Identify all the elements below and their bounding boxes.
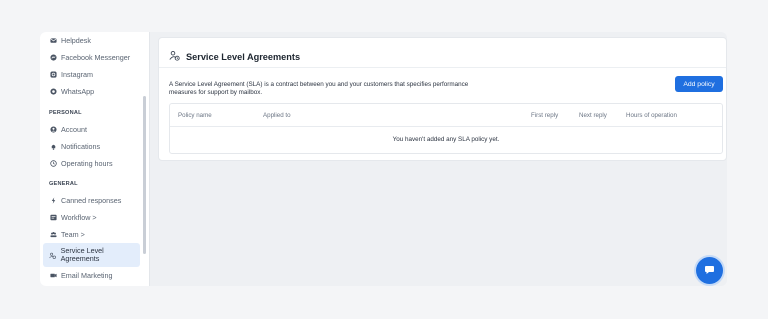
sidebar-item-workflow[interactable]: Workflow > [43,209,140,226]
column-header-hours-of-operation[interactable]: Hours of operation [626,112,677,119]
sidebar-item-facebook-messenger[interactable]: Facebook Messenger [43,49,140,66]
clock-icon [49,160,57,168]
sidebar-item-team[interactable]: Team > [43,226,140,243]
sidebar-item-notifications[interactable]: Notifications [43,138,140,155]
sla-icon [49,251,57,259]
sidebar-section-personal: PERSONAL [49,110,82,116]
page-description: A Service Level Agreement (SLA) is a con… [169,81,469,96]
mail-icon [49,37,57,45]
sidebar-item-account[interactable]: Account [43,121,140,138]
bolt-icon [49,197,57,205]
sidebar-item-label: Workflow > [61,213,97,222]
sidebar-item-label: WhatsApp [61,87,95,96]
sidebar-item-label: Instagram [61,70,93,79]
chat-bubble-icon [704,262,715,280]
sidebar-item-operating-hours[interactable]: Operating hours [43,155,140,172]
page-title: Service Level Agreements [186,52,301,62]
workflow-icon [49,214,57,222]
sidebar-item-email-marketing[interactable]: Email Marketing [43,267,140,284]
sla-icon [169,48,180,66]
sidebar-item-label: Canned responses [61,196,122,205]
sidebar-item-service-level-agreements[interactable]: Service Level Agreements [43,243,140,267]
empty-state-message: You haven't added any SLA policy yet. [392,136,500,143]
bell-icon [49,143,57,151]
column-header-first-reply[interactable]: First reply [531,112,558,119]
instagram-icon [49,71,57,79]
sidebar-item-label: Helpdesk [61,36,91,45]
sidebar-item-label: Facebook Messenger [61,53,131,62]
sla-panel: Service Level Agreements A Service Level… [158,37,727,161]
sidebar-item-helpdesk[interactable]: Helpdesk [43,32,140,49]
sidebar-item-instagram[interactable]: Instagram [43,66,140,83]
sla-policy-table: Policy name Applied to First reply Next … [169,103,723,154]
team-icon [49,231,57,239]
messenger-icon [49,54,57,62]
sidebar-section-general: GENERAL [49,181,78,187]
email-marketing-icon [49,272,57,280]
column-header-policy-name[interactable]: Policy name [178,112,212,119]
table-header-divider [170,126,722,127]
add-policy-button[interactable]: Add policy [675,76,723,92]
app-window: Helpdesk Facebook Messenger Instagram Wh… [40,32,727,286]
sidebar-item-whatsapp[interactable]: WhatsApp [43,83,140,100]
column-header-next-reply[interactable]: Next reply [579,112,607,119]
whatsapp-icon [49,88,57,96]
sidebar-item-label: Team > [61,230,85,239]
chat-launcher-button[interactable] [696,257,723,284]
user-icon [49,126,57,134]
sidebar-item-label: Service Level Agreements [60,245,104,263]
header-divider [159,67,726,68]
sidebar-item-label: Notifications [61,142,101,151]
sidebar-item-label: Account [61,125,87,134]
column-header-applied-to[interactable]: Applied to [263,112,291,119]
sidebar-item-label: Email Marketing [61,271,113,280]
sidebar-item-canned-responses[interactable]: Canned responses [43,192,140,209]
settings-sidebar: Helpdesk Facebook Messenger Instagram Wh… [40,32,150,286]
sidebar-item-label: Operating hours [61,159,113,168]
page-header: Service Level Agreements [169,48,300,66]
sidebar-scrollbar[interactable] [143,96,146,254]
